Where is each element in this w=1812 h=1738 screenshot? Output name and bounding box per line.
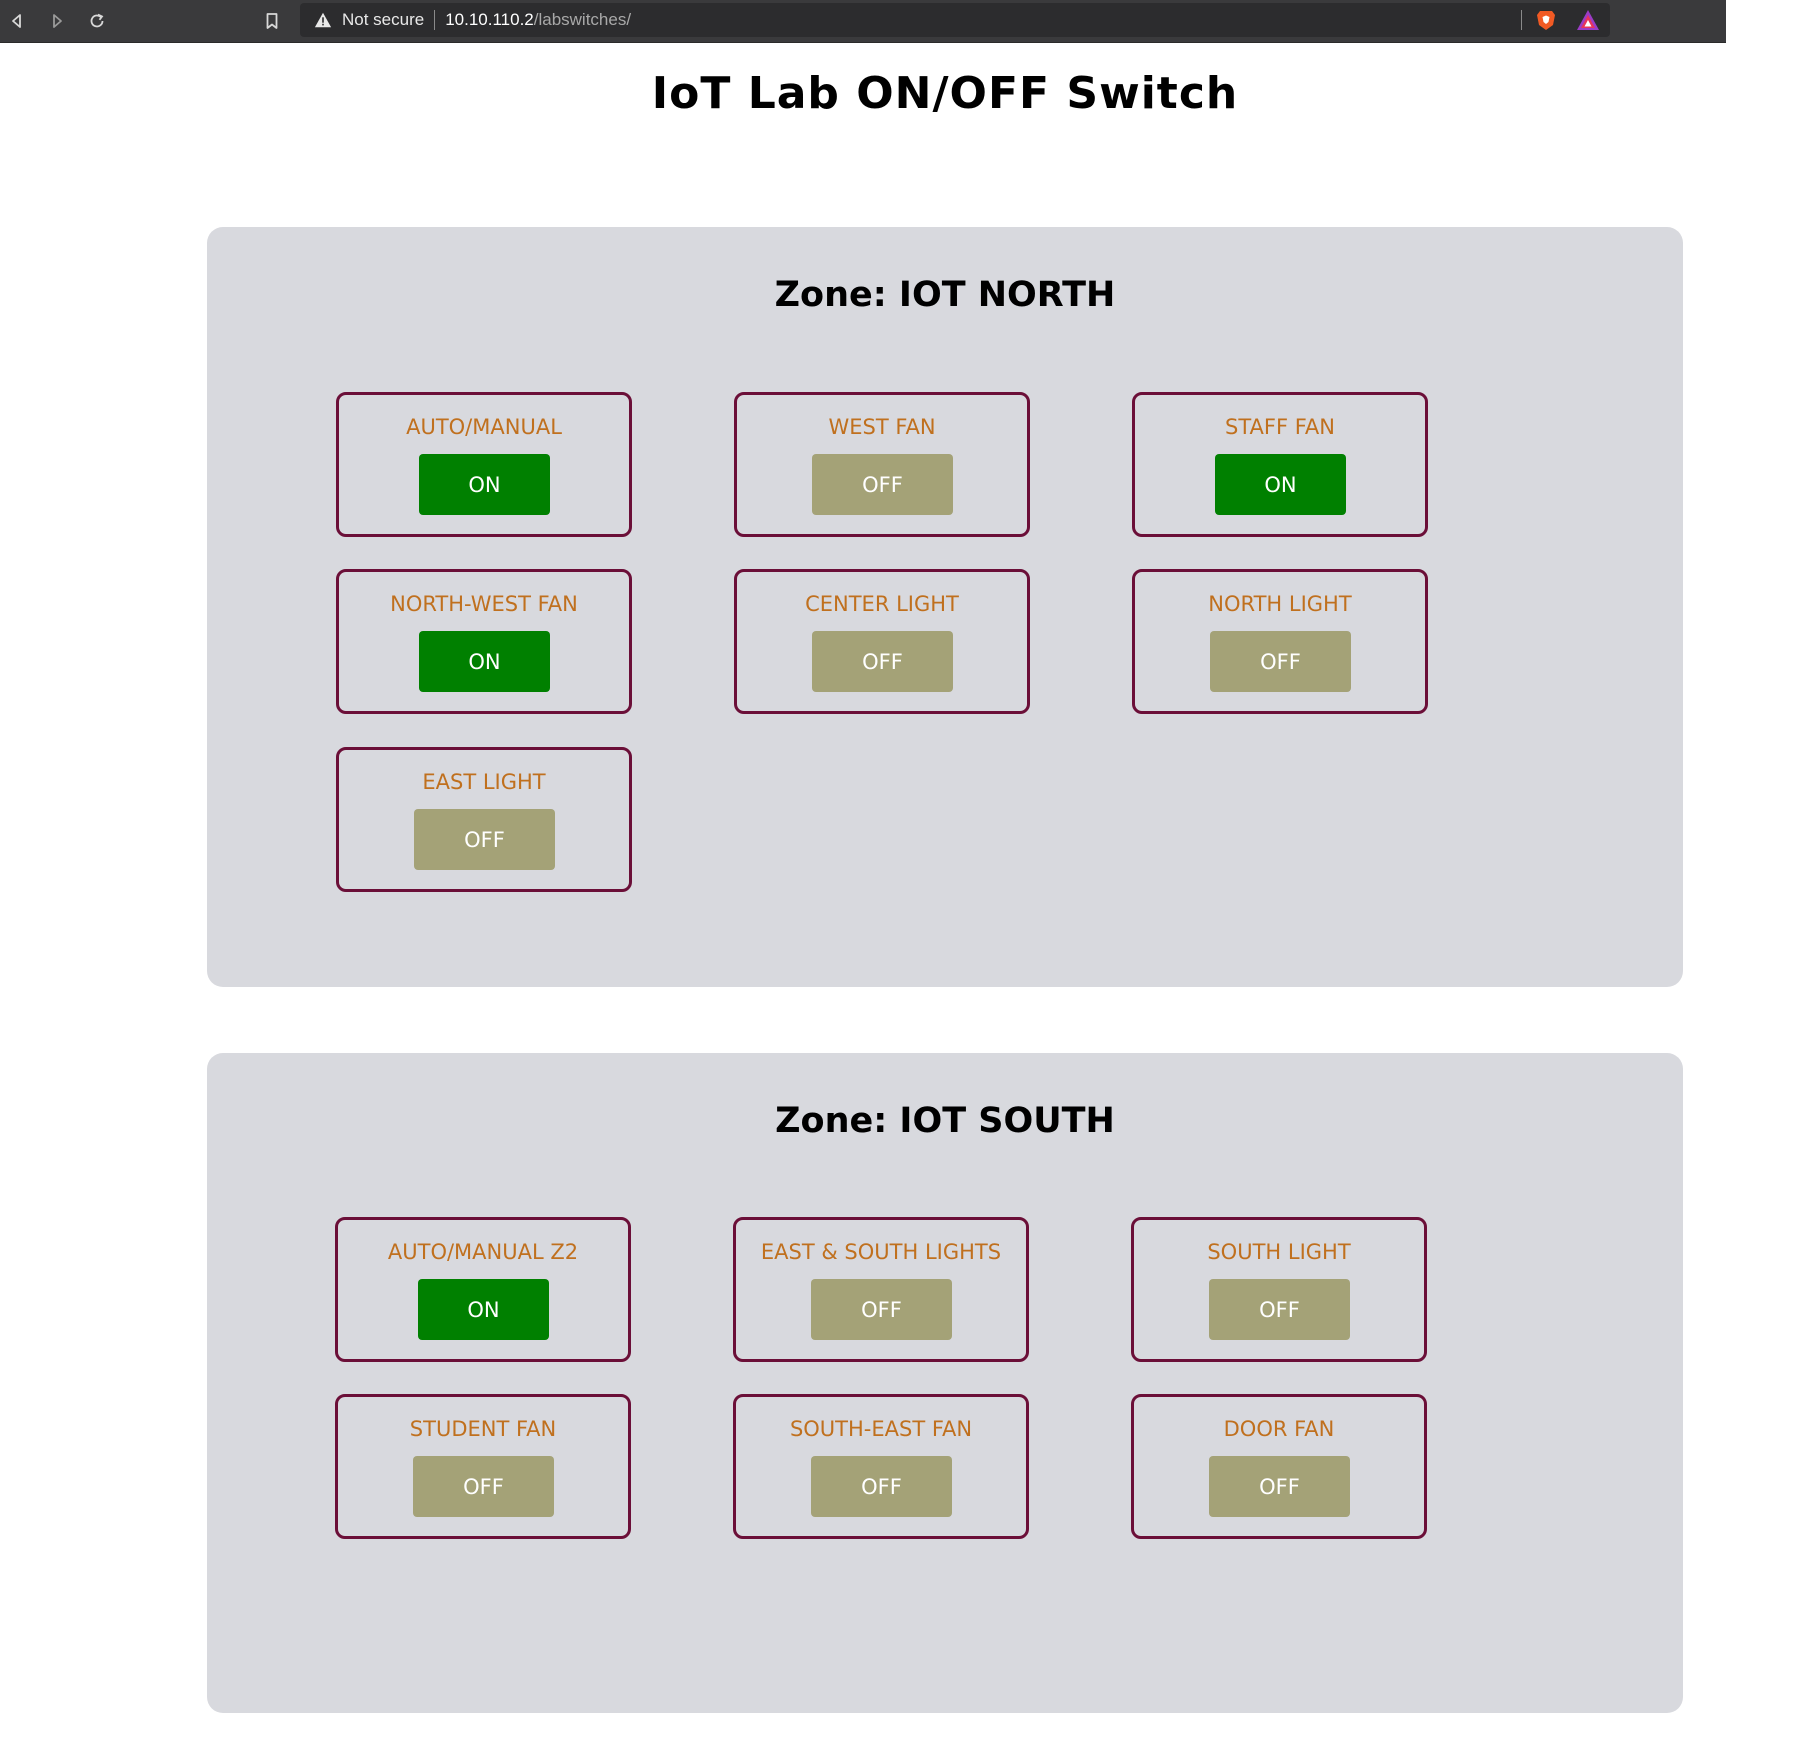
door-fan-toggle-button[interactable]: OFF	[1209, 1456, 1350, 1517]
zone-north-panel: Zone: IOT NORTH AUTO/MANUAL ON WEST FAN …	[207, 227, 1683, 987]
switch-label: WEST FAN	[828, 415, 936, 439]
switch-card-student-fan: STUDENT FAN OFF	[335, 1394, 631, 1539]
north-light-toggle-button[interactable]: OFF	[1210, 631, 1351, 692]
forward-icon[interactable]	[42, 6, 72, 36]
page-title: IoT Lab ON/OFF Switch	[651, 68, 1239, 119]
switch-label: EAST & SOUTH LIGHTS	[760, 1240, 1002, 1264]
switch-card-staff-fan: STAFF FAN ON	[1132, 392, 1428, 537]
zone-south-title: Zone: IOT SOUTH	[775, 1101, 1115, 1141]
warning-icon	[314, 10, 334, 30]
west-fan-toggle-button[interactable]: OFF	[812, 454, 953, 515]
back-icon[interactable]	[2, 6, 32, 36]
brave-shields-icon[interactable]	[1534, 8, 1558, 32]
switch-card-door-fan: DOOR FAN OFF	[1131, 1394, 1427, 1539]
zone-north-title: Zone: IOT NORTH	[774, 275, 1116, 315]
url-host: 10.10.110.2	[445, 10, 534, 29]
switch-label: CENTER LIGHT	[805, 592, 959, 616]
switch-card-west-fan: WEST FAN OFF	[734, 392, 1030, 537]
switch-label: NORTH LIGHT	[1208, 592, 1352, 616]
switch-label: NORTH-WEST FAN	[390, 592, 578, 616]
switch-card-north-west-fan: NORTH-WEST FAN ON	[336, 569, 632, 714]
switch-label: AUTO/MANUAL Z2	[387, 1240, 579, 1264]
switch-label: DOOR FAN	[1223, 1417, 1335, 1441]
south-east-fan-toggle-button[interactable]: OFF	[811, 1456, 952, 1517]
south-light-toggle-button[interactable]: OFF	[1209, 1279, 1350, 1340]
url-right-divider	[1521, 10, 1522, 30]
switch-label: EAST LIGHT	[422, 770, 546, 794]
brave-rewards-icon[interactable]	[1576, 9, 1600, 31]
switch-card-south-east-fan: SOUTH-EAST FAN OFF	[733, 1394, 1029, 1539]
switch-label: SOUTH LIGHT	[1207, 1240, 1351, 1264]
browser-toolbar: Not secure 10.10.110.2/labswitches/	[0, 0, 1726, 43]
switch-card-center-light: CENTER LIGHT OFF	[734, 569, 1030, 714]
staff-fan-toggle-button[interactable]: ON	[1215, 454, 1346, 515]
security-label: Not secure	[342, 10, 425, 29]
switch-label: SOUTH-EAST FAN	[789, 1417, 973, 1441]
switch-card-auto-manual: AUTO/MANUAL ON	[336, 392, 632, 537]
switch-label: STAFF FAN	[1225, 415, 1335, 439]
url-path: /labswitches/	[533, 10, 632, 29]
reload-icon[interactable]	[82, 6, 112, 36]
switch-card-north-light: NORTH LIGHT OFF	[1132, 569, 1428, 714]
switch-card-east-south-lights: EAST & SOUTH LIGHTS OFF	[733, 1217, 1029, 1362]
auto-manual-z2-toggle-button[interactable]: ON	[418, 1279, 549, 1340]
east-light-toggle-button[interactable]: OFF	[414, 809, 555, 870]
address-bar[interactable]: Not secure 10.10.110.2/labswitches/	[300, 3, 1610, 37]
auto-manual-toggle-button[interactable]: ON	[419, 454, 550, 515]
center-light-toggle-button[interactable]: OFF	[812, 631, 953, 692]
switch-label: AUTO/MANUAL	[406, 415, 562, 439]
switch-card-east-light: EAST LIGHT OFF	[336, 747, 632, 892]
switch-card-south-light: SOUTH LIGHT OFF	[1131, 1217, 1427, 1362]
url-divider	[434, 10, 436, 30]
student-fan-toggle-button[interactable]: OFF	[413, 1456, 554, 1517]
north-west-fan-toggle-button[interactable]: ON	[419, 631, 550, 692]
zone-south-panel: Zone: IOT SOUTH AUTO/MANUAL Z2 ON EAST &…	[207, 1053, 1683, 1713]
east-south-lights-toggle-button[interactable]: OFF	[811, 1279, 952, 1340]
switch-label: STUDENT FAN	[409, 1417, 557, 1441]
switch-card-auto-manual-z2: AUTO/MANUAL Z2 ON	[335, 1217, 631, 1362]
bookmark-icon[interactable]	[257, 6, 287, 36]
